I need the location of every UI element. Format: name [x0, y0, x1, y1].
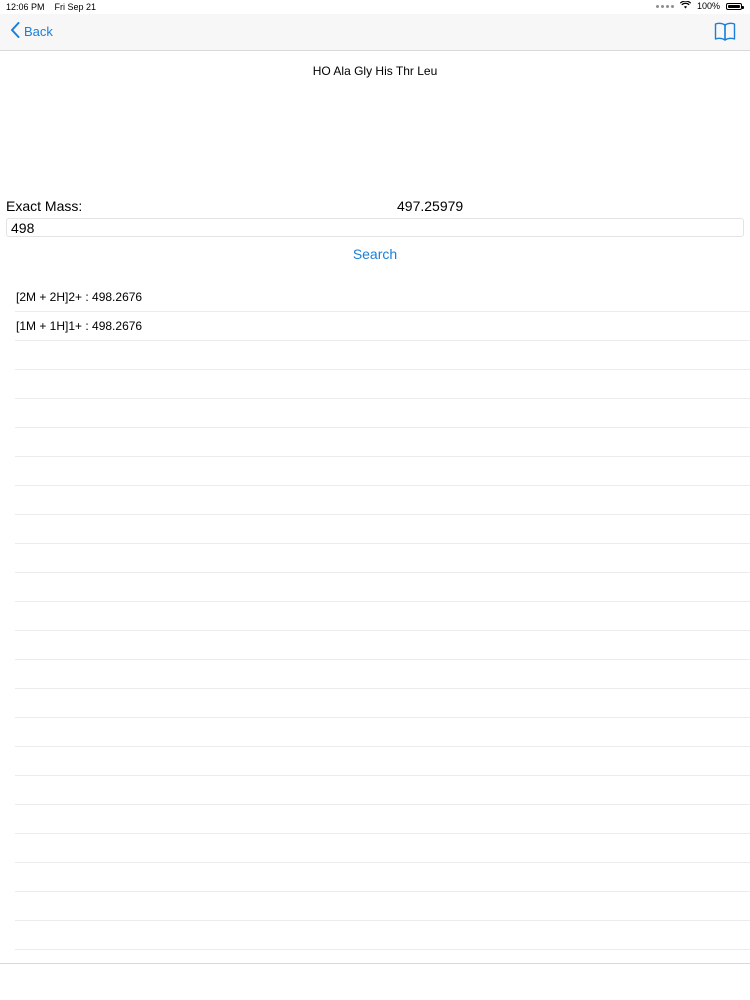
empty-row [15, 515, 750, 544]
battery-icon [726, 2, 744, 10]
empty-row [15, 370, 750, 399]
empty-row [15, 573, 750, 602]
book-icon [714, 22, 736, 45]
book-button[interactable] [714, 22, 736, 46]
exact-mass-label: Exact Mass: [6, 198, 83, 214]
status-right: 100% [655, 0, 744, 11]
status-time: 12:06 PM [6, 2, 45, 12]
status-left: 12:06 PM Fri Sep 21 [6, 2, 96, 12]
back-button[interactable]: Back [10, 22, 53, 41]
mass-search-input[interactable] [6, 218, 744, 237]
empty-row [15, 892, 750, 921]
empty-row [15, 863, 750, 892]
peptide-sequence: HO Ala Gly His Thr Leu [312, 64, 438, 78]
empty-row [15, 689, 750, 718]
battery-level [728, 4, 740, 8]
battery-percent: 100% [696, 1, 720, 11]
empty-row [15, 399, 750, 428]
result-row[interactable]: [1M + 1H]1+ : 498.2676 [15, 312, 750, 341]
exact-mass-row: Exact Mass: 497.25979 [6, 198, 744, 216]
empty-row [15, 776, 750, 805]
cellular-signal-icon [655, 4, 674, 8]
search-button[interactable]: Search [0, 246, 750, 262]
empty-row [15, 486, 750, 515]
chevron-left-icon [10, 22, 20, 41]
empty-row [15, 805, 750, 834]
status-bar: 12:06 PM Fri Sep 21 100% [0, 0, 750, 14]
empty-row [15, 834, 750, 863]
bottom-divider [0, 963, 750, 964]
empty-row [15, 602, 750, 631]
empty-row [15, 921, 750, 950]
empty-row [15, 428, 750, 457]
empty-row [15, 631, 750, 660]
empty-row [15, 544, 750, 573]
results-list: [2M + 2H]2+ : 498.2676 [1M + 1H]1+ : 498… [15, 283, 750, 950]
empty-row [15, 747, 750, 776]
empty-row [15, 341, 750, 370]
navigation-bar: Back [0, 14, 750, 51]
empty-row [15, 660, 750, 689]
empty-row [15, 457, 750, 486]
back-label: Back [24, 24, 53, 39]
empty-row [15, 718, 750, 747]
status-date: Fri Sep 21 [54, 2, 97, 12]
wifi-icon [679, 0, 692, 11]
exact-mass-value: 497.25979 [397, 198, 464, 214]
result-row[interactable]: [2M + 2H]2+ : 498.2676 [15, 283, 750, 312]
